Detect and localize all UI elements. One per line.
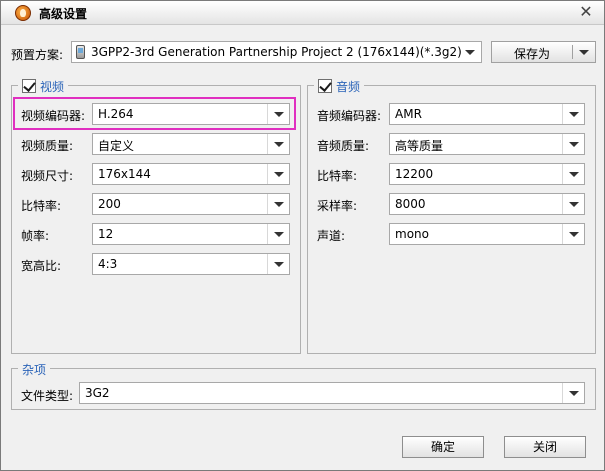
channels-select[interactable]: mono bbox=[389, 223, 585, 245]
aspect-ratio-select[interactable]: 4:3 bbox=[92, 253, 290, 275]
title-bar[interactable]: 高级设置 ✕ bbox=[1, 1, 604, 25]
audio-group-header: 音频 bbox=[314, 77, 365, 95]
video-size-select[interactable]: 176x144 bbox=[92, 163, 290, 185]
ok-button[interactable]: 确定 bbox=[402, 436, 484, 458]
chevron-down-icon[interactable] bbox=[267, 224, 289, 244]
video-codec-highlight bbox=[13, 97, 296, 130]
audio-group: 音频 bbox=[307, 77, 596, 354]
audio-quality-label: 音频质量: bbox=[317, 139, 370, 153]
file-type-select[interactable]: 3G2 bbox=[79, 382, 585, 404]
close-button[interactable]: 关闭 bbox=[504, 436, 586, 458]
misc-group-title: 杂项 bbox=[22, 362, 47, 377]
video-bitrate-select[interactable]: 200 bbox=[92, 193, 290, 215]
chevron-down-icon[interactable] bbox=[562, 194, 584, 214]
channels-label: 声道: bbox=[317, 229, 346, 243]
video-group-title: 视频 bbox=[40, 79, 65, 94]
preset-label: 预置方案: bbox=[11, 48, 64, 62]
chevron-down-icon[interactable] bbox=[562, 224, 584, 244]
audio-codec-select[interactable]: AMR bbox=[389, 103, 585, 125]
file-type-label: 文件类型: bbox=[21, 389, 74, 403]
chevron-down-icon[interactable] bbox=[562, 104, 584, 124]
sample-rate-select[interactable]: 8000 bbox=[389, 193, 585, 215]
video-quality-select[interactable]: 自定义 bbox=[92, 133, 290, 155]
sample-rate-value: 8000 bbox=[395, 197, 426, 211]
chevron-down-icon[interactable] bbox=[267, 164, 289, 184]
frame-rate-value: 12 bbox=[98, 227, 114, 241]
audio-bitrate-value: 12200 bbox=[395, 167, 434, 181]
advanced-settings-dialog: 高级设置 ✕ 预置方案: 3GPP2-3rd Generation Partne… bbox=[0, 0, 605, 471]
preset-value: 3GPP2-3rd Generation Partnership Project… bbox=[91, 45, 462, 59]
audio-codec-label: 音频编码器: bbox=[317, 109, 382, 123]
video-bitrate-label: 比特率: bbox=[21, 199, 62, 213]
chevron-down-icon[interactable] bbox=[267, 254, 289, 274]
aspect-ratio-label: 宽高比: bbox=[21, 259, 62, 273]
app-logo-icon bbox=[15, 5, 31, 21]
chevron-down-icon[interactable] bbox=[562, 164, 584, 184]
channels-value: mono bbox=[395, 227, 429, 241]
audio-codec-value: AMR bbox=[395, 107, 422, 121]
audio-bitrate-label: 比特率: bbox=[317, 169, 358, 183]
file-type-value: 3G2 bbox=[85, 386, 110, 400]
video-bitrate-value: 200 bbox=[98, 197, 121, 211]
save-as-button[interactable]: 保存为 bbox=[491, 41, 596, 63]
chevron-down-icon[interactable] bbox=[562, 383, 584, 403]
audio-quality-select[interactable]: 高等质量 bbox=[389, 133, 585, 155]
mobile-phone-icon bbox=[76, 45, 85, 59]
aspect-ratio-value: 4:3 bbox=[98, 257, 118, 271]
misc-group-header: 杂项 bbox=[18, 360, 51, 378]
dialog-title: 高级设置 bbox=[39, 7, 88, 21]
close-icon[interactable]: ✕ bbox=[578, 4, 594, 20]
frame-rate-select[interactable]: 12 bbox=[92, 223, 290, 245]
audio-quality-value: 高等质量 bbox=[395, 139, 444, 153]
chevron-down-icon[interactable] bbox=[562, 134, 584, 154]
audio-bitrate-select[interactable]: 12200 bbox=[389, 163, 585, 185]
video-group-header: 视频 bbox=[18, 77, 69, 95]
video-quality-label: 视频质量: bbox=[21, 139, 74, 153]
chevron-down-icon[interactable] bbox=[267, 134, 289, 154]
sample-rate-label: 采样率: bbox=[317, 199, 358, 213]
save-as-label: 保存为 bbox=[514, 47, 551, 61]
video-quality-value: 自定义 bbox=[98, 139, 135, 153]
audio-enable-checkbox[interactable] bbox=[318, 79, 332, 93]
audio-group-title: 音频 bbox=[336, 79, 361, 94]
chevron-down-icon[interactable] bbox=[267, 194, 289, 214]
frame-rate-label: 帧率: bbox=[21, 229, 50, 243]
chevron-down-icon[interactable] bbox=[573, 42, 595, 62]
preset-dropdown[interactable]: 3GPP2-3rd Generation Partnership Project… bbox=[71, 41, 482, 63]
video-enable-checkbox[interactable] bbox=[22, 79, 36, 93]
video-size-label: 视频尺寸: bbox=[21, 169, 74, 183]
chevron-down-icon[interactable] bbox=[459, 42, 481, 62]
video-size-value: 176x144 bbox=[98, 167, 151, 181]
